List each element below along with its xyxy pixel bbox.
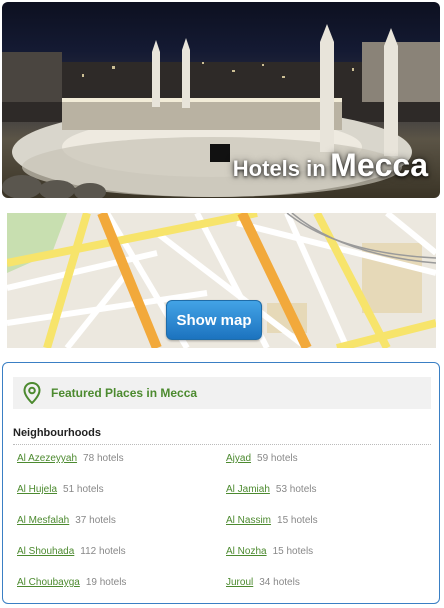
hotel-count: 59 hotels — [257, 453, 298, 464]
hero-title-prefix: Hotels in — [232, 156, 326, 181]
list-item: Ajyad 59 hotels — [226, 453, 427, 484]
hotel-count: 51 hotels — [63, 484, 104, 495]
hero-title: Hotels in Mecca — [233, 147, 428, 184]
neighbourhood-link[interactable]: Al Azezeyyah — [17, 453, 77, 464]
show-map-button[interactable]: Show map — [166, 300, 262, 340]
hotel-count: 37 hotels — [75, 515, 116, 526]
hotel-count: 15 hotels — [272, 546, 314, 557]
hotel-count: 15 hotels — [277, 515, 318, 526]
hotel-count: 34 hotels — [259, 577, 300, 588]
hero-title-city: Mecca — [330, 147, 428, 183]
hotel-count: 53 hotels — [275, 484, 317, 495]
neighbourhood-list: Al Azezeyyah 78 hotels Ajyad 59 hotels Al … — [17, 453, 427, 608]
neighbourhood-link[interactable]: Al Nozha — [226, 546, 267, 557]
hero-banner: Hotels in Mecca — [2, 2, 440, 198]
neighbourhood-link[interactable]: Al Shouhada — [17, 546, 74, 557]
list-item: Al Choubayga 19 hotels — [17, 577, 226, 608]
list-item: Al Nassim 15 hotels — [226, 515, 427, 546]
featured-places-title: Featured Places in Mecca — [51, 386, 198, 400]
list-item: Al Mesfalah 37 hotels — [17, 515, 226, 546]
neighbourhood-link[interactable]: Al Choubayga — [17, 577, 80, 588]
neighbourhood-link[interactable]: Al Jamiah — [226, 484, 270, 495]
list-item: Al Jamiah 53 hotels — [226, 484, 427, 515]
neighbourhood-link[interactable]: Juroul — [226, 577, 253, 588]
featured-places-header: Featured Places in Mecca — [13, 377, 431, 409]
hotel-count: 112 hotels — [80, 546, 126, 557]
neighbourhood-link[interactable]: Al Hujela — [17, 484, 57, 495]
list-item: Al Azezeyyah 78 hotels — [17, 453, 226, 484]
map-pin-icon — [23, 382, 41, 404]
neighbourhood-link[interactable]: Al Nassim — [226, 515, 271, 526]
neighbourhood-link[interactable]: Ajyad — [226, 453, 251, 464]
featured-places-box: Featured Places in Mecca Neighbourhoods … — [2, 362, 440, 604]
list-item: Juroul 34 hotels — [226, 577, 427, 608]
neighbourhoods-heading: Neighbourhoods — [13, 427, 431, 445]
list-item: Al Nozha 15 hotels — [226, 546, 427, 577]
hotel-count: 19 hotels — [85, 577, 127, 588]
list-item: Al Shouhada 112 hotels — [17, 546, 226, 577]
neighbourhood-link[interactable]: Al Mesfalah — [17, 515, 69, 526]
list-item: Al Hujela 51 hotels — [17, 484, 226, 515]
hotel-count: 78 hotels — [83, 453, 124, 464]
